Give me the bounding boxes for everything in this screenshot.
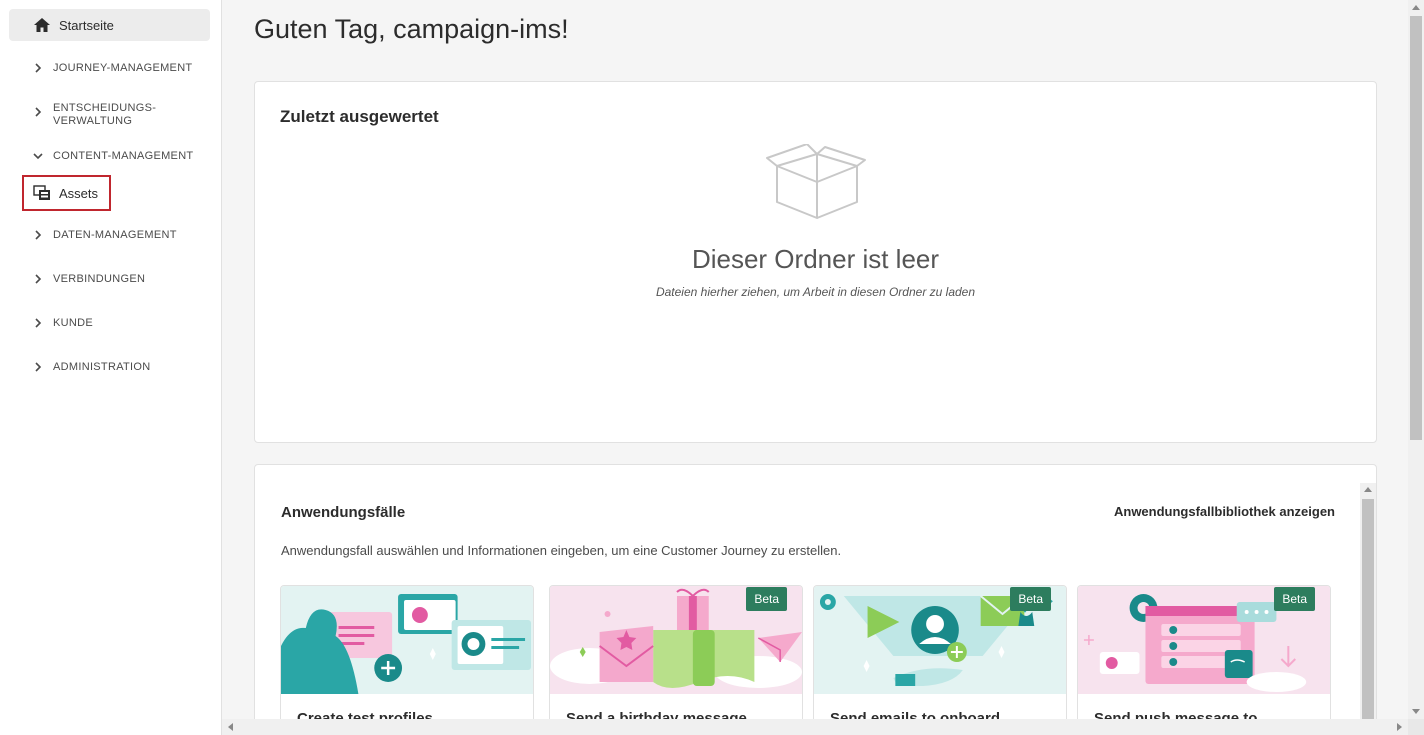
chevron-right-icon	[35, 362, 42, 372]
recent-panel-title: Zuletzt ausgewertet	[280, 107, 439, 126]
use-case-card-onboard-emails[interactable]: Beta Send emails to onboard	[813, 585, 1067, 735]
use-case-card-test-profiles[interactable]: Create test profiles	[280, 585, 534, 735]
nav-item-assets-label: Assets	[59, 185, 99, 201]
chevron-right-icon	[35, 107, 42, 117]
nav-section-journey-management[interactable]: JOURNEY-MANAGEMENT	[33, 62, 192, 75]
nav-section-decision-management[interactable]: ENTSCHEIDUNGS- VERWALTUNG	[33, 102, 156, 128]
page-vertical-scrollbar[interactable]	[1408, 0, 1424, 719]
nav-section-label: ENTSCHEIDUNGS- VERWALTUNG	[53, 102, 156, 128]
nav-section-label: KUNDE	[53, 317, 94, 329]
beta-badge: Beta	[1010, 587, 1051, 611]
page-horizontal-scrollbar[interactable]	[222, 719, 1408, 735]
use-case-card-push-message[interactable]: Beta Send push message to	[1077, 585, 1331, 735]
empty-state-title: Dieser Ordner ist leer	[691, 244, 940, 274]
nav-section-content-management[interactable]: CONTENT-MANAGEMENT	[33, 150, 193, 163]
nav-section-label-line2: VERWALTUNG	[53, 115, 133, 127]
nav-section-label: VERBINDUNGEN	[53, 273, 146, 285]
nav-home-label: Startseite	[59, 17, 114, 33]
chevron-right-icon	[35, 63, 42, 73]
empty-state-subtitle: Dateien hierher ziehen, um Arbeit in die…	[655, 285, 976, 299]
chevron-right-icon	[35, 318, 42, 328]
nav-item-assets[interactable]: Assets	[22, 175, 111, 211]
nav-section-label: CONTENT-MANAGEMENT	[53, 150, 194, 162]
use-case-library-link[interactable]: Anwendungsfallbibliothek anzeigen	[1114, 504, 1335, 519]
scroll-down-arrow-icon[interactable]	[1412, 709, 1420, 714]
scroll-right-arrow-icon[interactable]	[1397, 723, 1402, 731]
page-title: Guten Tag, campaign-ims!	[254, 14, 569, 44]
scrollbar-thumb[interactable]	[1410, 16, 1422, 440]
nav-section-label-line1: ENTSCHEIDUNGS-	[53, 102, 157, 114]
chevron-down-icon	[33, 153, 43, 160]
nav-section-administration[interactable]: ADMINISTRATION	[33, 361, 151, 374]
empty-box-icon	[766, 144, 866, 219]
beta-badge: Beta	[746, 587, 787, 611]
use-case-card-birthday[interactable]: Beta Send a birthday message	[549, 585, 803, 735]
use-cases-title: Anwendungsfälle	[281, 504, 406, 521]
chevron-right-icon	[35, 274, 42, 284]
use-cases-description: Anwendungsfall auswählen und Information…	[281, 543, 842, 558]
scroll-up-arrow-icon[interactable]	[1412, 5, 1420, 10]
nav-section-label: JOURNEY-MANAGEMENT	[53, 62, 193, 74]
scroll-up-arrow-icon[interactable]	[1364, 487, 1372, 492]
nav-section-customer[interactable]: KUNDE	[33, 317, 93, 330]
nav-section-connections[interactable]: VERBINDUNGEN	[33, 273, 145, 286]
beta-badge: Beta	[1274, 587, 1315, 611]
chevron-right-icon	[35, 230, 42, 240]
home-icon	[34, 18, 50, 32]
scroll-left-arrow-icon[interactable]	[228, 723, 233, 731]
sidebar: Startseite JOURNEY-MANAGEMENT ENTSCHEIDU…	[0, 0, 222, 735]
nav-section-label: DATEN-MANAGEMENT	[53, 229, 177, 241]
nav-home[interactable]: Startseite	[9, 9, 210, 41]
use-cases-scrollbar[interactable]	[1360, 483, 1376, 723]
assets-icon	[33, 185, 50, 200]
scrollbar-corner	[1408, 719, 1424, 735]
nav-section-label: ADMINISTRATION	[53, 361, 151, 373]
test-profiles-illustration	[281, 586, 533, 694]
recent-panel: Zuletzt ausgewertet Dieser Ordner ist le…	[254, 81, 1377, 443]
nav-section-data-management[interactable]: DATEN-MANAGEMENT	[33, 229, 177, 242]
scrollbar-thumb[interactable]	[1362, 499, 1374, 723]
use-cases-panel: Anwendungsfälle Anwendungsfallbibliothek…	[254, 464, 1377, 735]
